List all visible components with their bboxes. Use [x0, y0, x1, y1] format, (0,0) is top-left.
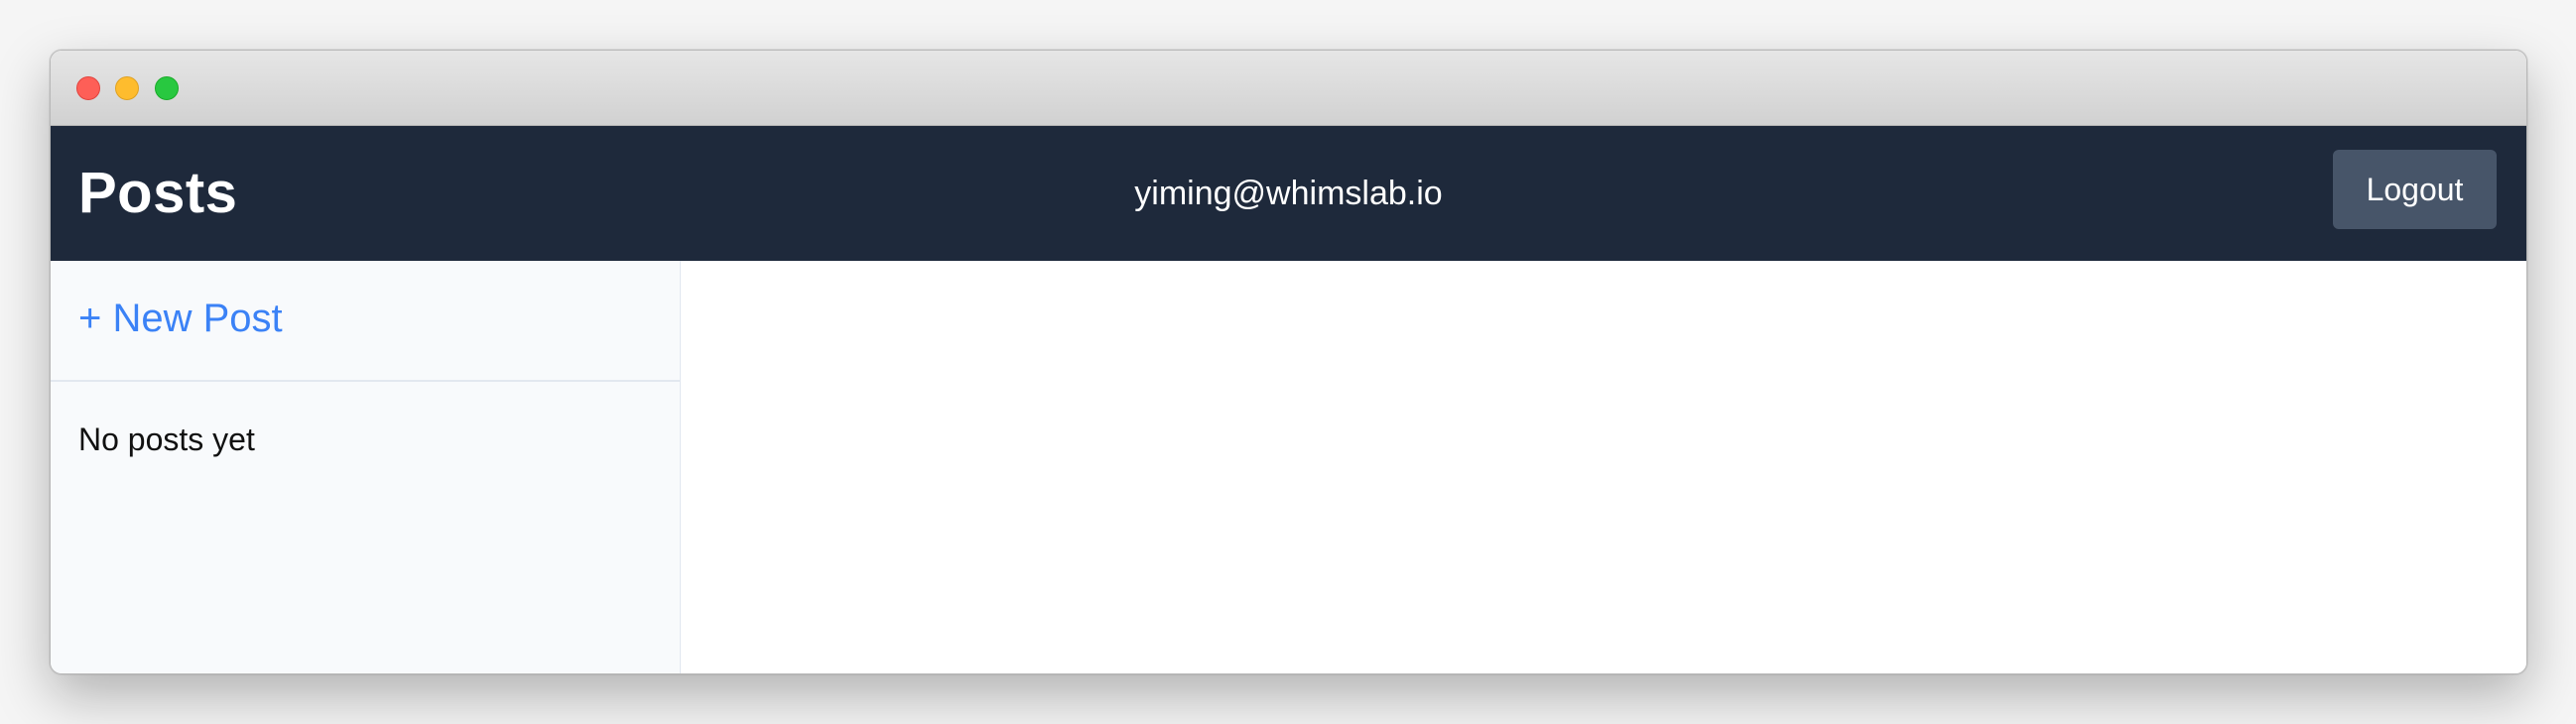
window-close-button[interactable] — [76, 76, 100, 100]
sidebar-divider — [51, 380, 680, 382]
window-titlebar — [51, 51, 2526, 126]
window-maximize-button[interactable] — [155, 76, 179, 100]
user-email: yiming@whimslab.io — [1134, 175, 1443, 212]
window-minimize-button[interactable] — [115, 76, 139, 100]
app-window: Posts yiming@whimslab.io Logout + New Po… — [50, 50, 2527, 674]
new-post-link[interactable]: + New Post — [78, 291, 283, 346]
main-content — [681, 261, 2526, 673]
top-navbar: Posts yiming@whimslab.io Logout — [51, 126, 2526, 261]
empty-posts-message: No posts yet — [78, 422, 255, 457]
sidebar: + New Post No posts yet — [51, 261, 681, 673]
logout-button[interactable]: Logout — [2333, 150, 2497, 229]
